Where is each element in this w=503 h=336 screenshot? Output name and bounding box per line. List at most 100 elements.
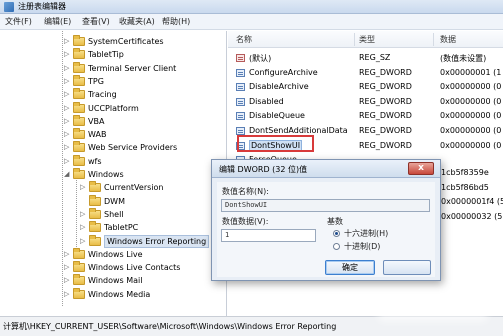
tree-node-label[interactable]: Windows Live xyxy=(88,248,143,261)
cell-data: 1cb5f86bd5 xyxy=(441,182,489,192)
tree-node[interactable]: ▷ TabletPC xyxy=(0,221,226,234)
table-row[interactable]: Disabled REG_DWORD 0x00000000 (0 xyxy=(228,95,503,110)
expand-arrow-icon[interactable]: ▷ xyxy=(64,37,70,45)
tree-node[interactable]: ▷ Windows Media xyxy=(0,287,226,301)
column-type[interactable]: 类型 xyxy=(359,34,375,45)
cancel-button[interactable] xyxy=(383,260,431,275)
cell-data: 0x00000000 (0 xyxy=(440,96,502,106)
tree-node[interactable]: ▷ wfs xyxy=(0,154,226,168)
tree-node[interactable]: ▷ SystemCertificates xyxy=(0,35,226,48)
expand-arrow-icon[interactable]: ▷ xyxy=(64,157,70,165)
expand-arrow-icon[interactable]: ▷ xyxy=(80,183,86,191)
tree-node[interactable]: ▷ UCCPlatform xyxy=(0,101,226,115)
tree-node[interactable]: ▷ CurrentVersion xyxy=(0,181,226,194)
table-row[interactable]: (默认) REG_SZ (数值未设置) xyxy=(228,51,503,66)
tree-node[interactable]: ▷ VBA xyxy=(0,114,226,128)
expand-arrow-icon[interactable]: ▷ xyxy=(64,104,70,112)
expand-arrow-icon[interactable]: ▷ xyxy=(64,50,70,58)
tree-node-label[interactable]: DWM xyxy=(104,195,125,208)
tree-node[interactable]: ▷ TPG xyxy=(0,74,226,88)
list-header: 名称 类型 数据 xyxy=(228,31,503,48)
dword-value-icon xyxy=(236,97,245,106)
collapse-arrow-icon[interactable]: ◢ xyxy=(64,170,70,178)
tree-node-label[interactable]: Windows Mail xyxy=(88,274,143,287)
expand-arrow-icon[interactable]: ▷ xyxy=(64,90,70,98)
registry-tree[interactable]: ▷ SystemCertificates ▷ TabletTip ▷ Terminal S… xyxy=(0,31,227,316)
tree-node[interactable]: ◢ Windows xyxy=(0,168,226,181)
watermark-blur xyxy=(378,296,488,322)
tree-node-label[interactable]: TPG xyxy=(88,75,104,88)
tree-node-label[interactable]: Windows Media xyxy=(88,288,150,301)
cell-type: REG_DWORD xyxy=(359,67,412,77)
table-row[interactable]: ConfigureArchive REG_DWORD 0x00000001 (1 xyxy=(228,66,503,81)
tree-node-label[interactable]: Tracing xyxy=(88,88,117,101)
cell-name: DisableQueue xyxy=(249,111,305,121)
expand-arrow-icon[interactable]: ▷ xyxy=(64,143,70,151)
table-row[interactable]: DisableArchive REG_DWORD 0x00000000 (0 xyxy=(228,80,503,95)
menu-edit[interactable]: 编辑(E) xyxy=(44,16,71,28)
tree-node-label[interactable]: Windows xyxy=(88,168,124,181)
tree-node-label[interactable]: SystemCertificates xyxy=(88,35,164,48)
tree-node-label[interactable]: WAB xyxy=(88,128,106,141)
tree-node-label[interactable]: Web Service Providers xyxy=(88,141,177,154)
expand-arrow-icon[interactable]: ▷ xyxy=(64,250,70,258)
tree-node[interactable]: ▷ Tracing xyxy=(0,88,226,101)
expand-arrow-icon[interactable] xyxy=(80,197,86,205)
expand-arrow-icon[interactable]: ▷ xyxy=(64,77,70,85)
tree-node-label[interactable]: Terminal Server Client xyxy=(88,62,176,75)
expand-arrow-icon[interactable]: ▷ xyxy=(64,130,70,138)
menu-view[interactable]: 查看(V) xyxy=(82,16,110,28)
table-row[interactable]: DisableQueue REG_DWORD 0x00000000 (0 xyxy=(228,109,503,124)
expand-arrow-icon[interactable]: ▷ xyxy=(80,237,86,245)
decimal-radio-label[interactable]: 十进制(D) xyxy=(344,241,380,252)
tree-node[interactable]: DWM xyxy=(0,194,226,208)
menu-help[interactable]: 帮助(H) xyxy=(162,16,190,28)
expand-arrow-icon[interactable]: ▷ xyxy=(64,263,70,271)
expand-arrow-icon[interactable]: ▷ xyxy=(64,290,70,298)
folder-icon xyxy=(73,74,85,86)
folder-icon xyxy=(73,48,85,60)
tree-node-label[interactable]: CurrentVersion xyxy=(104,181,163,194)
expand-arrow-icon[interactable]: ▷ xyxy=(64,117,70,125)
column-separator[interactable] xyxy=(354,33,355,46)
tree-node[interactable]: ▷ Windows Mail xyxy=(0,274,226,287)
tree-node[interactable]: ▷ Windows Live xyxy=(0,247,226,261)
tree-node[interactable]: ▷ Terminal Server Client xyxy=(0,61,226,75)
cell-data: 0x00000000 (0 xyxy=(440,111,502,121)
column-data[interactable]: 数据 xyxy=(440,34,456,45)
window-title: 注册表编辑器 xyxy=(18,2,66,11)
tree-node[interactable]: ▷ Web Service Providers xyxy=(0,141,226,154)
expand-arrow-icon[interactable]: ▷ xyxy=(64,64,70,72)
tree-node-label[interactable]: UCCPlatform xyxy=(88,102,139,115)
tree-node-label[interactable]: TabletTip xyxy=(88,48,124,61)
hex-radio[interactable] xyxy=(333,230,340,237)
expand-arrow-icon[interactable]: ▷ xyxy=(80,210,86,218)
column-name[interactable]: 名称 xyxy=(236,34,252,45)
column-separator[interactable] xyxy=(433,33,434,46)
tree-node[interactable]: ▷ Windows Live Contacts xyxy=(0,261,226,274)
tree-node-label[interactable]: Shell xyxy=(104,208,124,221)
folder-icon xyxy=(89,221,101,233)
hex-radio-label[interactable]: 十六进制(H) xyxy=(344,228,388,239)
dialog-title-bar[interactable]: 编辑 DWORD (32 位)值 x xyxy=(212,160,440,178)
edit-dword-dialog[interactable]: 编辑 DWORD (32 位)值 x 数值名称(N): DontShowUI 数… xyxy=(211,159,441,281)
tree-node-label[interactable]: wfs xyxy=(88,155,102,168)
tree-node[interactable]: ▷ Windows Error Reporting xyxy=(0,234,226,248)
tree-node[interactable]: ▷ WAB xyxy=(0,128,226,141)
expand-arrow-icon[interactable]: ▷ xyxy=(80,223,86,231)
dialog-close-button[interactable]: x xyxy=(408,162,434,175)
tree-node-label[interactable]: Windows Error Reporting xyxy=(104,234,210,248)
tree-node[interactable]: ▷ TabletTip xyxy=(0,48,226,61)
ok-button[interactable]: 确定 xyxy=(325,260,375,275)
decimal-radio[interactable] xyxy=(333,243,340,250)
tree-node-label[interactable]: Windows Live Contacts xyxy=(88,261,180,274)
tree-node[interactable]: ▷ Shell xyxy=(0,207,226,221)
menu-file[interactable]: 文件(F) xyxy=(5,16,32,28)
regedit-icon xyxy=(4,2,14,12)
highlight-annotation-box xyxy=(237,135,314,152)
menu-favorites[interactable]: 收藏夹(A) xyxy=(119,16,155,28)
tree-node-label[interactable]: TabletPC xyxy=(104,221,138,234)
expand-arrow-icon[interactable]: ▷ xyxy=(64,276,70,284)
value-data-input[interactable]: 1 xyxy=(221,229,316,242)
tree-node-label[interactable]: VBA xyxy=(88,115,104,128)
